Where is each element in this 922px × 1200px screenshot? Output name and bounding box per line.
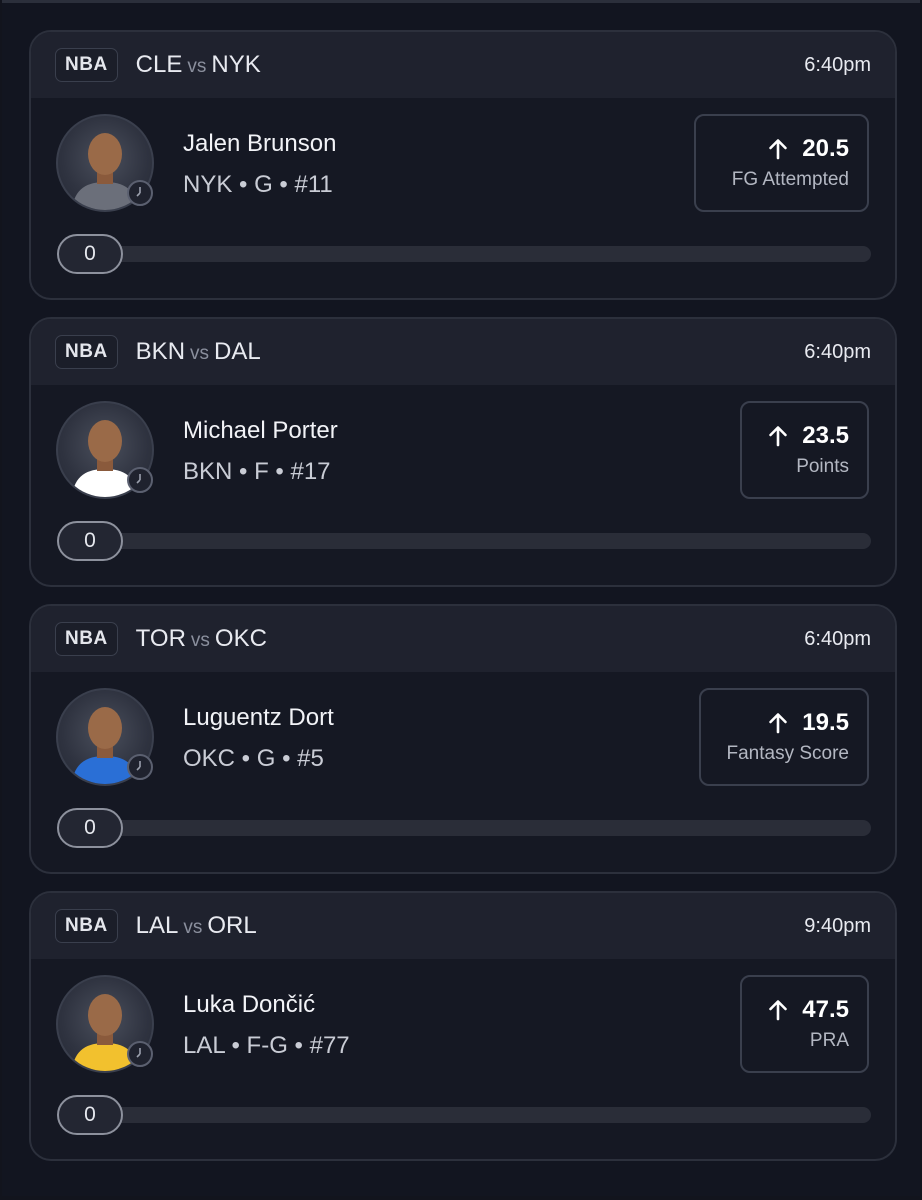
league-badge: NBA [55,909,118,943]
prop-line-value: 19.5 [802,709,849,736]
progress-track [57,533,871,549]
home-team: TOR [135,625,186,652]
player-meta: NYK • G • #11 [183,171,333,198]
pick-card[interactable]: NBA BKN vs DAL 6:40pm Michael Porter BKN… [29,317,897,587]
clock-icon [127,180,153,206]
progress-value: 0 [57,521,123,561]
card-body: Michael Porter BKN • F • #17 23.5 Points… [31,385,895,585]
progress-track [57,820,871,836]
league-badge: NBA [55,622,118,656]
away-team: OKC [214,625,267,652]
away-team: NYK [211,51,261,78]
game-time: 6:40pm [804,627,871,650]
prop-line-value: 20.5 [802,135,849,162]
game-time: 6:40pm [804,340,871,363]
progress-value: 0 [57,234,123,274]
arrow-up-icon [768,138,788,160]
prop-stat-label: Fantasy Score [726,743,850,764]
progress-value: 0 [57,1095,123,1135]
progress-track [57,246,871,262]
prop-stat-label: FG Attempted [731,169,849,190]
card-header: NBA CLE vs NYK 6:40pm [31,32,895,98]
progress-value: 0 [57,808,123,848]
player-name: Michael Porter [183,417,338,444]
home-team: LAL [135,912,179,939]
prop-line: 20.5 [768,135,849,163]
prop-line: 47.5 [768,996,849,1024]
prop-line: 19.5 [768,709,849,737]
prop-line-button[interactable]: 19.5 Fantasy Score [699,688,869,786]
prop-stat-label: PRA [809,1030,849,1051]
progress-track [57,1107,871,1123]
clock-icon [127,467,153,493]
card-header: NBA LAL vs ORL 9:40pm [31,893,895,959]
away-team: ORL [207,912,257,939]
prop-line-value: 47.5 [802,996,849,1023]
card-body: Luguentz Dort OKC • G • #5 19.5 Fantasy … [31,672,895,872]
player-name: Luka Dončić [183,991,316,1018]
away-team: DAL [214,338,261,365]
prop-stat-label: Points [796,456,849,477]
card-header: NBA TOR vs OKC 6:40pm [31,606,895,672]
home-team: CLE [135,51,183,78]
prop-line: 23.5 [768,422,849,450]
player-meta: LAL • F-G • #77 [183,1032,350,1059]
pick-card[interactable]: NBA TOR vs OKC 6:40pm Luguentz Dort OKC … [29,604,897,874]
player-name: Luguentz Dort [183,704,334,731]
league-badge: NBA [55,335,118,369]
vs-label: vs [183,917,203,938]
card-body: Jalen Brunson NYK • G • #11 20.5 FG Atte… [31,98,895,298]
clock-icon [127,1041,153,1067]
matchup: BKN vs DAL [136,338,261,366]
game-time: 9:40pm [804,914,871,937]
prop-line-button[interactable]: 23.5 Points [740,401,869,499]
matchup: TOR vs OKC [136,625,267,653]
game-time: 6:40pm [804,53,871,76]
vs-label: vs [190,343,210,364]
player-meta: OKC • G • #5 [183,745,324,772]
vs-label: vs [187,56,207,77]
pick-card[interactable]: NBA LAL vs ORL 9:40pm Luka Dončić LAL • … [29,891,897,1161]
arrow-up-icon [768,712,788,734]
matchup: LAL vs ORL [136,912,257,940]
prop-line-button[interactable]: 20.5 FG Attempted [694,114,869,212]
prop-line-button[interactable]: 47.5 PRA [740,975,869,1073]
card-header: NBA BKN vs DAL 6:40pm [31,319,895,385]
player-meta: BKN • F • #17 [183,458,331,485]
clock-icon [127,754,153,780]
arrow-up-icon [768,999,788,1021]
home-team: BKN [135,338,186,365]
card-body: Luka Dončić LAL • F-G • #77 47.5 PRA 0 [31,959,895,1159]
vs-label: vs [190,630,210,651]
arrow-up-icon [768,425,788,447]
player-name: Jalen Brunson [183,130,337,157]
prop-line-value: 23.5 [802,422,849,449]
pick-card[interactable]: NBA CLE vs NYK 6:40pm Jalen Brunson NYK … [29,30,897,300]
league-badge: NBA [55,48,118,82]
app-frame: NBA CLE vs NYK 6:40pm Jalen Brunson NYK … [2,0,920,1196]
matchup: CLE vs NYK [136,51,261,79]
